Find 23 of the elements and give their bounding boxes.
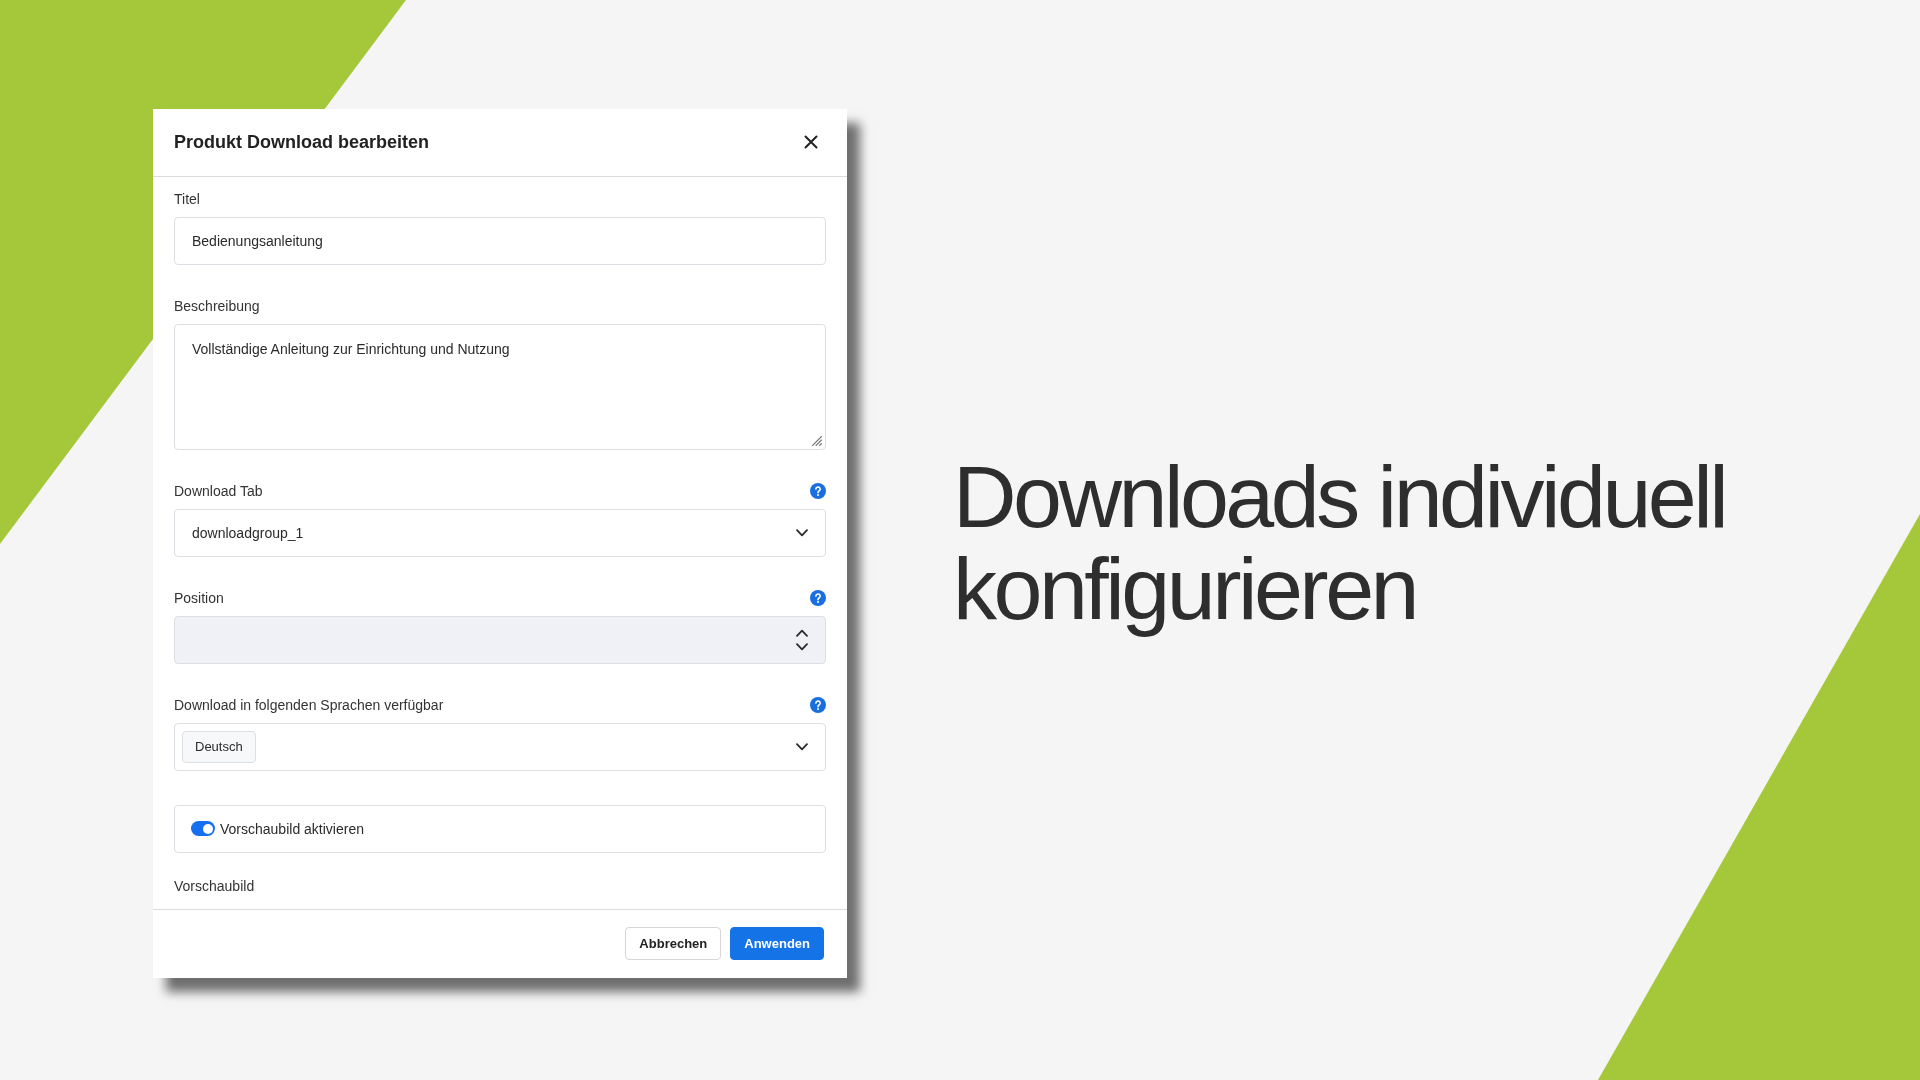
dialog-title: Produkt Download bearbeiten: [174, 131, 430, 153]
chevron-down-icon[interactable]: [796, 742, 808, 751]
close-icon[interactable]: [804, 135, 818, 149]
headline: Downloads individuell konfigurieren: [953, 451, 1727, 635]
field-label: Download in folgenden Sprachen verfügbar: [174, 695, 444, 714]
text-field[interactable]: Bedienungsanleitung: [174, 216, 826, 265]
toggle-switch[interactable]: [191, 821, 215, 836]
multiselect-field[interactable]: Deutsch: [174, 722, 826, 771]
section-label: Vorschaubild: [174, 876, 255, 895]
help-icon[interactable]: [810, 696, 826, 713]
dropdown-field[interactable]: downloadgroup_1: [174, 508, 826, 557]
help-icon[interactable]: [810, 482, 826, 499]
field-label: Download Tab: [174, 481, 263, 500]
language-tag[interactable]: Deutsch: [182, 730, 256, 763]
field-label: Titel: [174, 189, 200, 208]
field-label: Beschreibung: [174, 296, 260, 315]
resize-handle-icon[interactable]: [810, 433, 822, 446]
field-label: Position: [174, 588, 224, 607]
apply-button[interactable]: Anwenden: [730, 927, 824, 960]
toggle-label: Vorschaubild aktivieren: [220, 820, 364, 837]
textarea-field[interactable]: Vollständige Anleitung zur Einrichtung und Nutzung: [174, 323, 826, 450]
cancel-button[interactable]: Abbrechen: [625, 927, 722, 960]
chevron-down-icon[interactable]: [796, 528, 808, 537]
